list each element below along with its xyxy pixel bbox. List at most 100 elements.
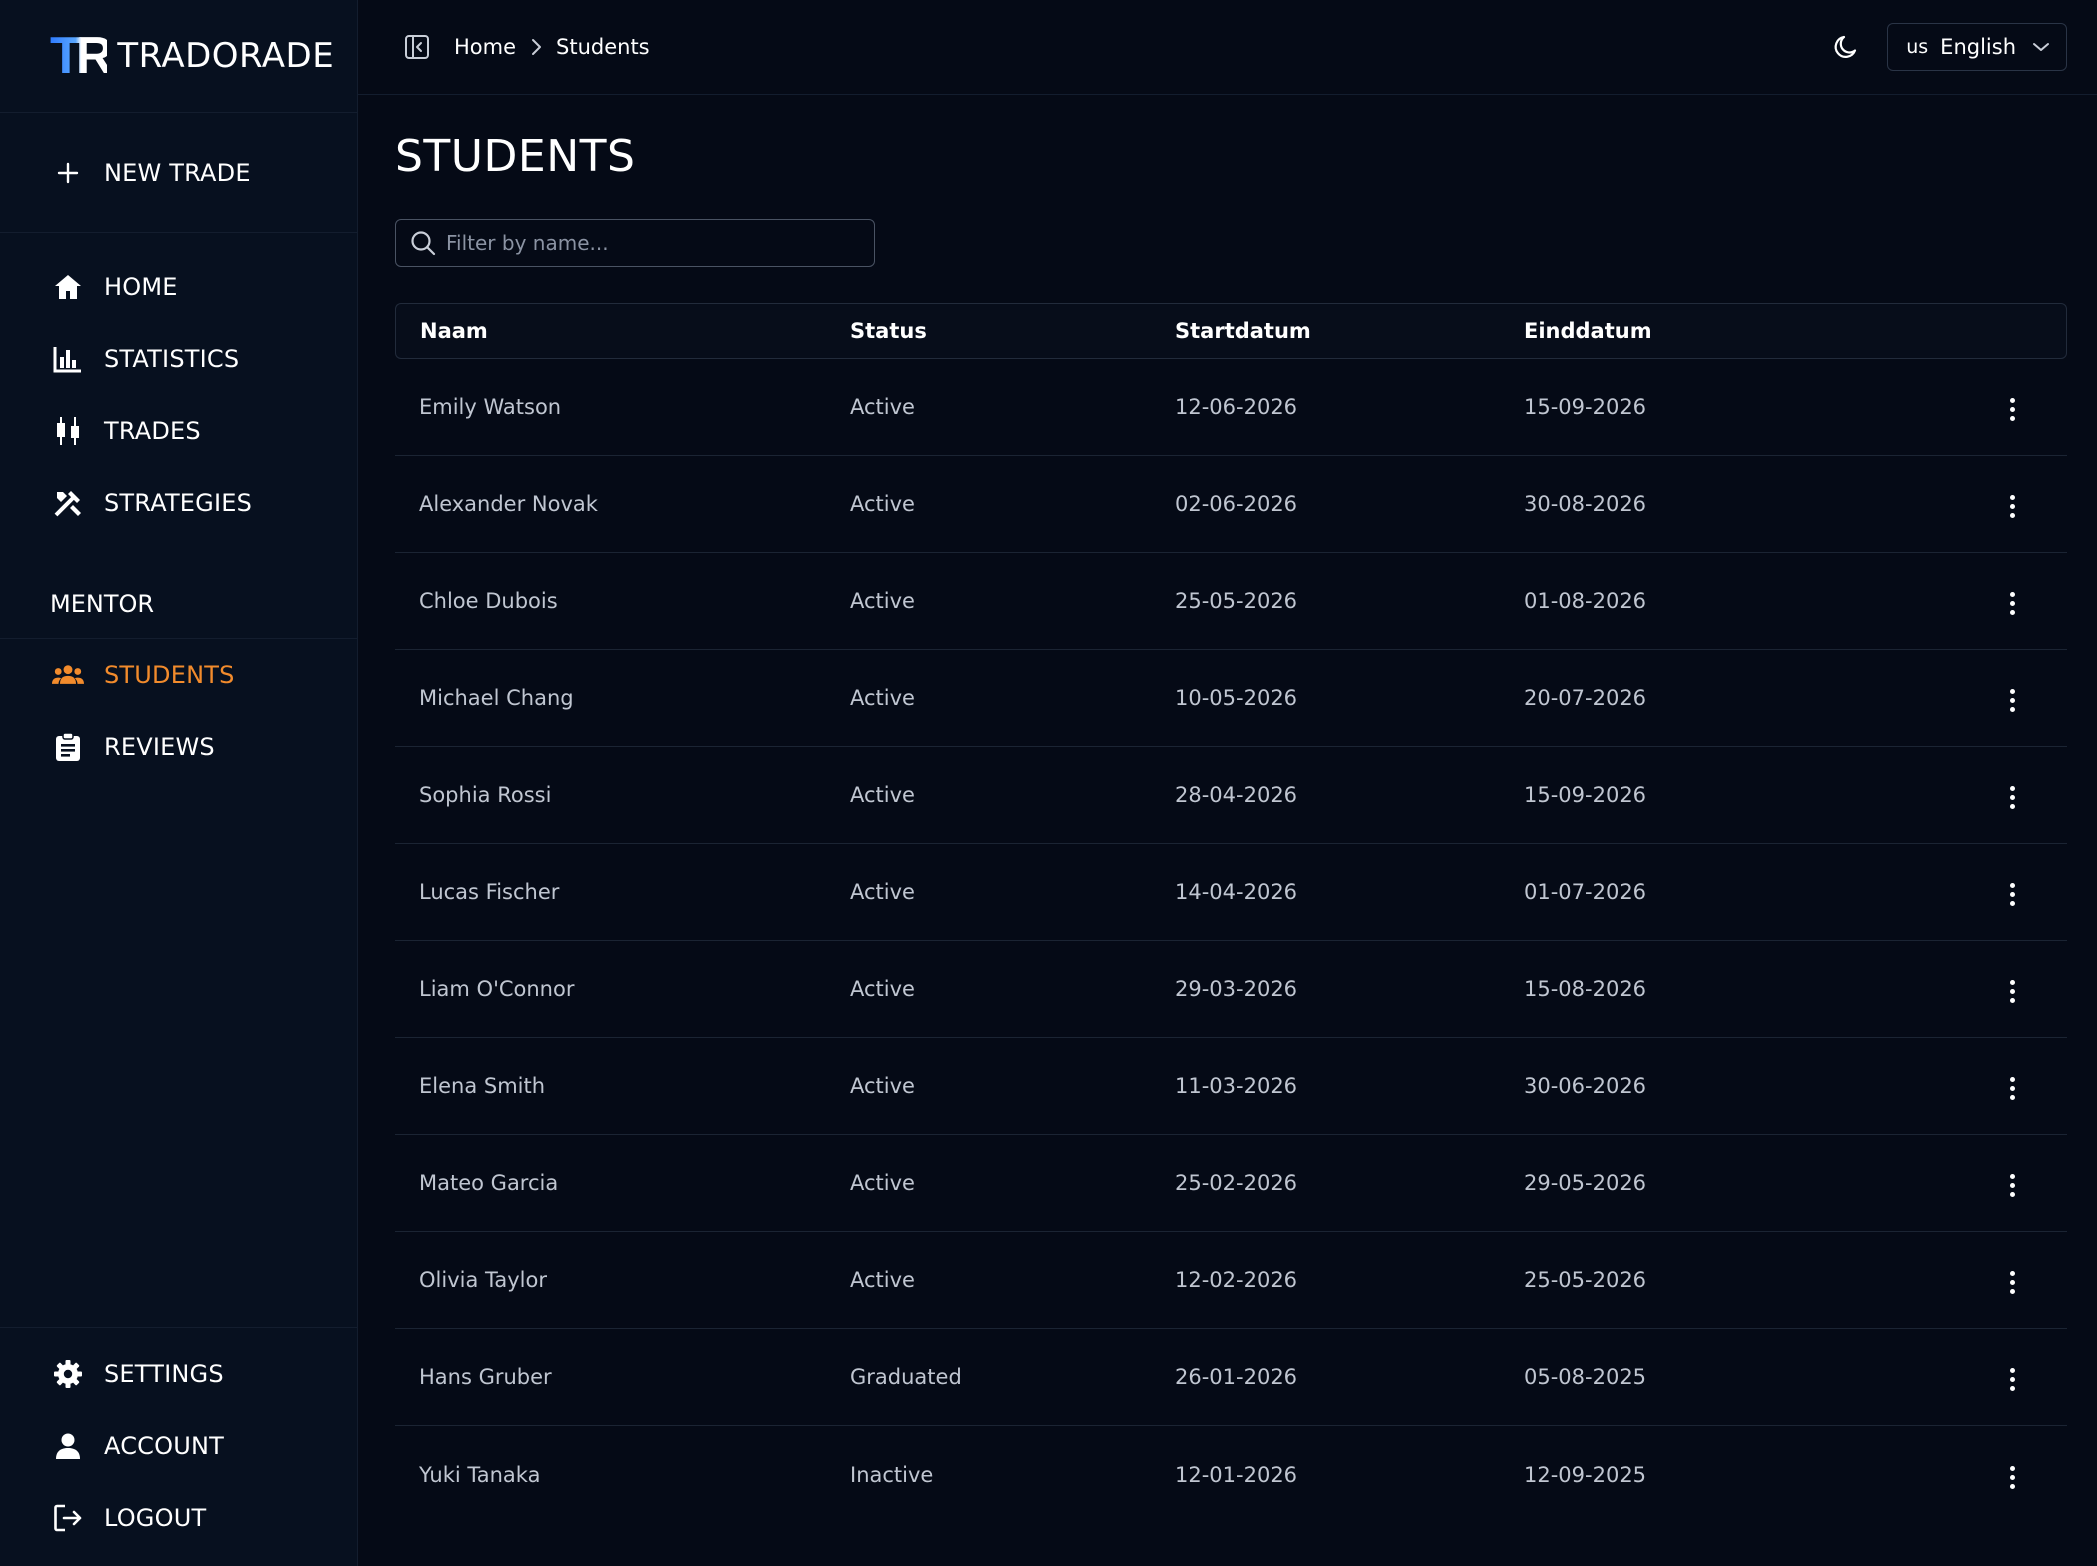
brand-logo[interactable]: TR TRADORADE (0, 0, 357, 113)
student-status: Active (850, 747, 1175, 844)
student-end-date: 15-09-2026 (1524, 747, 1924, 844)
student-start-date: 12-02-2026 (1175, 1232, 1524, 1329)
sidebar-item-reviews[interactable]: REVIEWS (0, 711, 357, 783)
sidebar-toggle-icon[interactable] (404, 33, 432, 61)
table-row[interactable]: Chloe Dubois Active 25-05-2026 01-08-202… (395, 553, 2067, 650)
student-start-date: 29-03-2026 (1175, 941, 1524, 1038)
more-vertical-icon[interactable] (1997, 681, 2027, 721)
sidebar-item-statistics[interactable]: STATISTICS (0, 323, 357, 395)
students-table: Naam Status Startdatum Einddatum Emily W… (395, 303, 2067, 1523)
logout-icon (52, 1502, 84, 1534)
column-header-einddatum[interactable]: Einddatum (1524, 303, 1924, 359)
breadcrumb-students[interactable]: Students (556, 35, 650, 59)
more-vertical-icon[interactable] (1997, 875, 2027, 915)
column-header-status[interactable]: Status (850, 303, 1175, 359)
more-vertical-icon[interactable] (1997, 1360, 2027, 1400)
column-header-startdatum[interactable]: Startdatum (1175, 303, 1524, 359)
sidebar-item-trades[interactable]: TRADES (0, 395, 357, 467)
student-end-date: 05-08-2025 (1524, 1329, 1924, 1426)
sidebar-item-students[interactable]: STUDENTS (0, 639, 357, 711)
filter-input[interactable] (446, 231, 866, 255)
more-vertical-icon[interactable] (1997, 390, 2027, 430)
table-row[interactable]: Elena Smith Active 11-03-2026 30-06-2026 (395, 1038, 2067, 1135)
table-row[interactable]: Lucas Fischer Active 14-04-2026 01-07-20… (395, 844, 2067, 941)
sidebar-item-label: TRADES (104, 417, 201, 445)
app-root: TR TRADORADE NEW TRADE HOME STATISTICS T… (0, 0, 2097, 1566)
table-row[interactable]: Michael Chang Active 10-05-2026 20-07-20… (395, 650, 2067, 747)
breadcrumb: Home Students (454, 35, 650, 59)
new-trade-label: NEW TRADE (104, 158, 251, 187)
table-row[interactable]: Mateo Garcia Active 25-02-2026 29-05-202… (395, 1135, 2067, 1232)
table-row[interactable]: Alexander Novak Active 02-06-2026 30-08-… (395, 456, 2067, 553)
table-header-row: Naam Status Startdatum Einddatum (395, 303, 2067, 359)
student-status: Active (850, 1038, 1175, 1135)
more-vertical-icon[interactable] (1997, 1457, 2027, 1497)
flag-us: us (1906, 36, 1929, 58)
more-vertical-icon[interactable] (1997, 972, 2027, 1012)
student-name: Sophia Rossi (395, 747, 850, 844)
more-vertical-icon[interactable] (1997, 1069, 2027, 1109)
sidebar-bottom-nav: SETTINGS ACCOUNT LOGOUT (0, 1327, 357, 1566)
logo-text: TRADORADE (117, 36, 335, 76)
candlestick-icon (52, 415, 84, 447)
row-actions (1924, 553, 2067, 650)
language-select[interactable]: us English (1887, 23, 2067, 71)
table-row[interactable]: Sophia Rossi Active 28-04-2026 15-09-202… (395, 747, 2067, 844)
student-name: Chloe Dubois (395, 553, 850, 650)
table-row[interactable]: Yuki Tanaka Inactive 12-01-2026 12-09-20… (395, 1426, 2067, 1523)
sidebar-item-logout[interactable]: LOGOUT (0, 1482, 357, 1554)
breadcrumb-home[interactable]: Home (454, 35, 516, 59)
student-name: Mateo Garcia (395, 1135, 850, 1232)
sidebar-item-account[interactable]: ACCOUNT (0, 1410, 357, 1482)
home-icon (52, 271, 84, 303)
student-name: Olivia Taylor (395, 1232, 850, 1329)
student-name: Elena Smith (395, 1038, 850, 1135)
logo-mark: TR (50, 27, 113, 85)
row-actions (1924, 941, 2067, 1038)
language-label: English (1940, 35, 2016, 59)
sidebar-item-label: STATISTICS (104, 345, 240, 373)
more-vertical-icon[interactable] (1997, 778, 2027, 818)
student-start-date: 10-05-2026 (1175, 650, 1524, 747)
student-start-date: 12-01-2026 (1175, 1462, 1298, 1487)
table-row[interactable]: Olivia Taylor Active 12-02-2026 25-05-20… (395, 1232, 2067, 1329)
row-actions (1924, 650, 2067, 747)
student-status: Inactive (850, 1462, 934, 1487)
table-row[interactable]: Hans Gruber Graduated 26-01-2026 05-08-2… (395, 1329, 2067, 1426)
clipboard-icon (52, 731, 84, 763)
sidebar-item-strategies[interactable]: STRATEGIES (0, 467, 357, 539)
new-trade-button[interactable]: NEW TRADE (0, 113, 357, 233)
more-vertical-icon[interactable] (1997, 584, 2027, 624)
row-actions (1924, 844, 2067, 941)
moon-icon[interactable] (1829, 29, 1865, 65)
student-name: Emily Watson (395, 359, 850, 456)
sidebar-item-label: STRATEGIES (104, 489, 253, 517)
students-table-body: Emily Watson Active 12-06-2026 15-09-202… (395, 359, 2067, 1523)
more-vertical-icon[interactable] (1997, 1166, 2027, 1206)
more-vertical-icon[interactable] (1997, 1263, 2027, 1303)
student-start-date: 25-02-2026 (1175, 1135, 1524, 1232)
row-actions (1924, 1135, 2067, 1232)
student-end-date: 25-05-2026 (1524, 1232, 1924, 1329)
sidebar-main-nav: HOME STATISTICS TRADES STRATEGIES (0, 233, 357, 539)
student-name: Yuki Tanaka (419, 1462, 541, 1487)
table-row[interactable]: Liam O'Connor Active 29-03-2026 15-08-20… (395, 941, 2067, 1038)
tools-icon (52, 487, 84, 519)
row-actions (1924, 747, 2067, 844)
gear-icon (52, 1358, 84, 1390)
sidebar-item-label: ACCOUNT (104, 1432, 224, 1460)
student-start-date: 25-05-2026 (1175, 553, 1524, 650)
sidebar-item-settings[interactable]: SETTINGS (0, 1338, 357, 1410)
filter-box[interactable] (395, 219, 875, 267)
student-end-date: 30-06-2026 (1524, 1038, 1924, 1135)
table-row[interactable]: Emily Watson Active 12-06-2026 15-09-202… (395, 359, 2067, 456)
search-icon (410, 230, 436, 256)
column-header-naam[interactable]: Naam (395, 303, 850, 359)
student-status: Active (850, 1232, 1175, 1329)
more-vertical-icon[interactable] (1997, 487, 2027, 527)
student-end-date: 20-07-2026 (1524, 650, 1924, 747)
sidebar-item-home[interactable]: HOME (0, 251, 357, 323)
users-icon (52, 659, 84, 691)
student-start-date: 14-04-2026 (1175, 844, 1524, 941)
topbar: Home Students us English (358, 0, 2097, 95)
